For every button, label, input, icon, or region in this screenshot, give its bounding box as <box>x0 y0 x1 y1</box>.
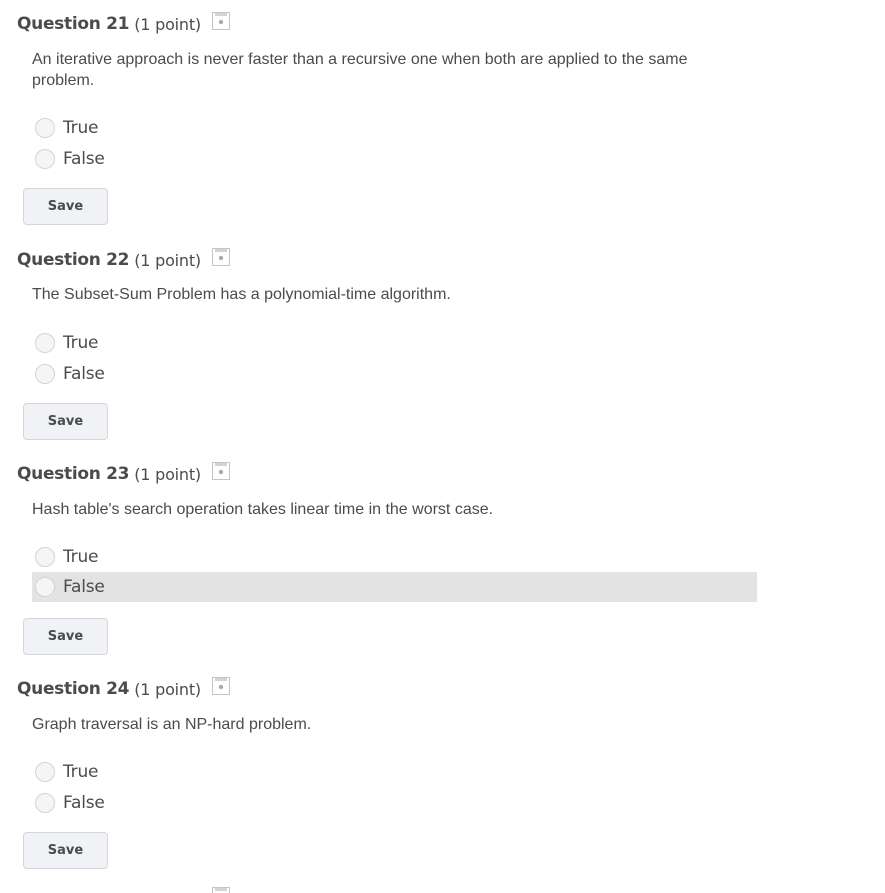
option-label: False <box>63 793 105 813</box>
radio-button[interactable] <box>35 118 55 138</box>
save-status-icon <box>212 887 230 893</box>
option-true[interactable]: True <box>32 328 757 358</box>
option-false[interactable]: False <box>32 144 757 174</box>
question-points: (1 point) <box>134 14 201 34</box>
question-header: Question 21 (1 point) <box>17 12 201 36</box>
question-title: Question 22 <box>17 250 130 270</box>
save-status-icon <box>212 462 230 480</box>
radio-button[interactable] <box>35 577 55 597</box>
option-label: True <box>63 762 99 782</box>
radio-button[interactable] <box>35 364 55 384</box>
question-title: Question 23 <box>17 464 130 484</box>
option-true[interactable]: True <box>32 542 757 572</box>
question-23: Question 23 (1 point) Hash table's searc… <box>0 450 885 664</box>
option-label: True <box>63 333 99 353</box>
question-points: (1 point) <box>134 250 201 270</box>
question-text: The Subset-Sum Problem has a polynomial-… <box>32 286 451 303</box>
question-header: Question 23 (1 point) <box>17 462 201 486</box>
radio-button[interactable] <box>35 333 55 353</box>
option-label: True <box>63 118 99 138</box>
save-button[interactable]: Save <box>23 403 108 440</box>
question-21: Question 21 (1 point) An iterative appro… <box>0 0 885 225</box>
option-false[interactable]: False <box>32 572 757 602</box>
question-header: Question 22 (1 point) <box>17 248 201 272</box>
save-button[interactable]: Save <box>23 618 108 655</box>
question-24: Question 24 (1 point) Graph traversal is… <box>0 665 885 879</box>
option-label: True <box>63 547 99 567</box>
radio-button[interactable] <box>35 547 55 567</box>
question-points: (1 point) <box>134 464 201 484</box>
radio-button[interactable] <box>35 762 55 782</box>
question-text: An iterative approach is never faster th… <box>32 51 688 89</box>
option-true[interactable]: True <box>32 113 757 143</box>
option-label: False <box>63 364 105 384</box>
save-status-icon <box>212 248 230 266</box>
save-status-icon <box>212 677 230 695</box>
option-true[interactable]: True <box>32 757 757 787</box>
question-text: Hash table's search operation takes line… <box>32 501 494 518</box>
option-label: False <box>63 149 105 169</box>
question-points: (1 point) <box>134 679 201 699</box>
radio-button[interactable] <box>35 149 55 169</box>
option-false[interactable]: False <box>32 359 757 389</box>
save-button[interactable]: Save <box>23 188 108 225</box>
option-label: False <box>63 577 105 597</box>
question-header: Question 24 (1 point) <box>17 677 201 701</box>
option-false[interactable]: False <box>32 788 757 818</box>
save-button[interactable]: Save <box>23 832 108 869</box>
question-title: Question 24 <box>17 679 130 699</box>
question-22: Question 22 (1 point) The Subset-Sum Pro… <box>0 236 885 450</box>
radio-button[interactable] <box>35 793 55 813</box>
save-status-icon <box>212 12 230 30</box>
question-title: Question 21 <box>17 14 130 34</box>
question-text: Graph traversal is an NP-hard problem. <box>32 716 312 733</box>
